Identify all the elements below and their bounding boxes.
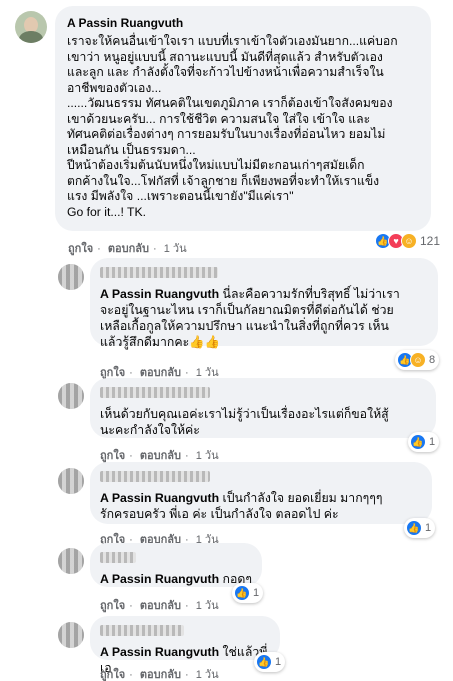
avatar-blurred	[58, 468, 84, 494]
reaction-count: 8	[429, 354, 436, 366]
like-icon: 👍	[406, 520, 422, 536]
avatar-blurred	[58, 548, 84, 574]
like-link[interactable]: ถูกใจ	[68, 243, 93, 255]
avatar-blurred	[58, 622, 84, 648]
main-comment-actions: ถูกใจ · ตอบกลับ · 1 วัน	[68, 243, 187, 255]
reply-link[interactable]: ตอบกลับ	[140, 450, 181, 462]
reply-avatar[interactable]	[58, 264, 84, 290]
mention-tag[interactable]: A Passin Ruangvuth	[100, 645, 219, 659]
blurred-author-name[interactable]	[100, 267, 218, 279]
reply-link[interactable]: ตอบกลับ	[108, 243, 149, 255]
reply-actions: ถูกใจ · ตอบกลับ · 1 วัน	[100, 669, 219, 681]
mention-tag[interactable]: A Passin Ruangvuth	[100, 572, 219, 586]
reply-avatar[interactable]	[58, 383, 84, 409]
comment-time[interactable]: 1 วัน	[164, 243, 187, 255]
reaction-count: 1	[425, 522, 432, 534]
reply-actions: ถูกใจ · ตอบกลับ · 1 วัน	[100, 600, 219, 612]
reply-bubble: A Passin Ruangvuth เป็นกำลังใจ ยอดเยี่ยม…	[90, 462, 432, 524]
like-icon: 👍	[410, 434, 426, 450]
care-icon: ☺	[410, 352, 426, 368]
blurred-author-name[interactable]	[100, 552, 136, 564]
reply-reactions[interactable]: 👍 ☺ 8	[395, 350, 440, 370]
reply-link[interactable]: ตอบกลับ	[140, 600, 181, 612]
reply-link[interactable]: ตอบกลับ	[140, 669, 181, 681]
reply-text: เห็นด้วยกับคุณเอค่ะเราไม่รู้ว่าเป็นเรื่อ…	[100, 407, 389, 437]
like-icon: 👍	[256, 654, 272, 670]
avatar-body	[19, 31, 43, 43]
avatar-blurred	[58, 264, 84, 290]
reply-avatar[interactable]	[58, 468, 84, 494]
reply-bubble: เห็นด้วยกับคุณเอค่ะเราไม่รู้ว่าเป็นเรื่อ…	[90, 378, 436, 438]
reply-reactions[interactable]: 👍 1	[254, 652, 286, 672]
blurred-author-name[interactable]	[100, 625, 184, 637]
like-icon: 👍	[234, 585, 250, 601]
reply-bubble: A Passin Ruangvuth นี่ละคือความรักที่บริ…	[90, 258, 438, 349]
mention-tag[interactable]: A Passin Ruangvuth	[100, 287, 219, 301]
care-icon: ☺	[401, 233, 417, 249]
reaction-count: 121	[420, 234, 441, 248]
reply-avatar[interactable]	[58, 548, 84, 574]
reaction-count: 1	[429, 436, 436, 448]
mention-tag[interactable]: A Passin Ruangvuth	[100, 491, 219, 505]
reply-reactions[interactable]: 👍 1	[404, 518, 436, 538]
reaction-count: 1	[253, 587, 260, 599]
reply-reactions[interactable]: 👍 1	[232, 583, 264, 603]
like-link[interactable]: ถูกใจ	[100, 600, 125, 612]
author-avatar[interactable]	[15, 11, 47, 43]
reply-time[interactable]: 1 วัน	[196, 450, 219, 462]
main-reaction-summary[interactable]: 👍 ♥ ☺ 121	[375, 233, 440, 249]
reply-avatar[interactable]	[58, 622, 84, 648]
reply-bubble: A Passin Ruangvuth ใช่แล้วพี่เอ	[90, 616, 280, 675]
blurred-author-name[interactable]	[100, 471, 210, 483]
reaction-count: 1	[275, 656, 282, 668]
reply-time[interactable]: 1 วัน	[196, 600, 219, 612]
blurred-author-name[interactable]	[100, 387, 210, 399]
comment-author-name[interactable]: A Passin Ruangvuth	[67, 16, 183, 30]
comment-text: เราจะให้คนอื่นเข้าใจเรา แบบที่เราเข้าใจต…	[67, 34, 398, 219]
reply-reactions[interactable]: 👍 1	[408, 432, 440, 452]
main-comment-bubble: A Passin Ruangvuth เราจะให้คนอื่นเข้าใจเ…	[55, 6, 431, 231]
reply-bubble: A Passin Ruangvuth กอดๆ	[90, 543, 262, 587]
like-link[interactable]: ถูกใจ	[100, 669, 125, 681]
like-link[interactable]: ถูกใจ	[100, 450, 125, 462]
reply-time[interactable]: 1 วัน	[196, 669, 219, 681]
avatar-blurred	[58, 383, 84, 409]
